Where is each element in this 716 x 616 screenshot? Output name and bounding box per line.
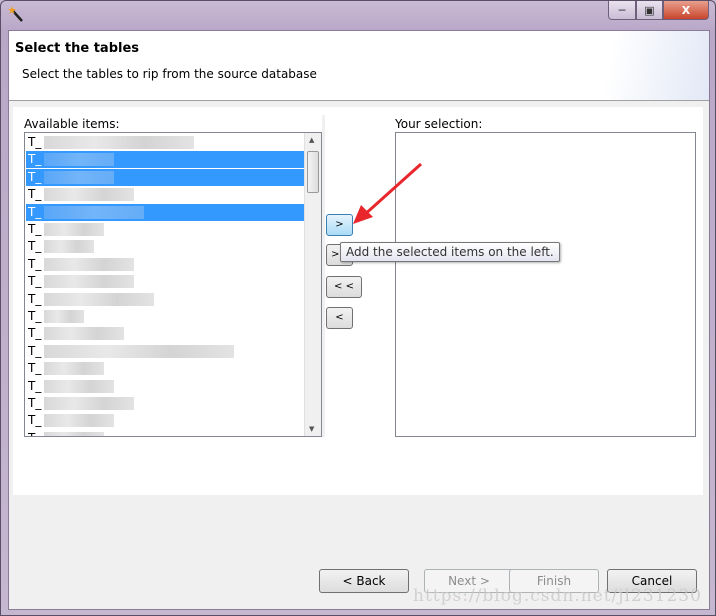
back-button[interactable]: < Back [319, 569, 409, 593]
list-item[interactable]: T_ [26, 203, 304, 221]
list-item-label: T_ [28, 413, 42, 428]
page-title: Select the tables [15, 41, 140, 56]
list-item[interactable]: T_ [26, 360, 304, 377]
list-item-label: T_ [28, 291, 42, 306]
wizard-client: Select the tables Select the tables to r… [8, 30, 710, 610]
redacted-text [44, 379, 114, 393]
minimize-button[interactable]: ─ [608, 1, 636, 20]
redacted-text [44, 310, 84, 323]
list-item[interactable]: T_ [26, 343, 304, 360]
list-item-label: T_ [28, 222, 42, 236]
scroll-down-icon[interactable]: ▼ [309, 425, 314, 433]
redacted-text [44, 431, 104, 436]
scroll-up-icon[interactable]: ▲ [309, 136, 314, 144]
redacted-text [44, 257, 134, 271]
list-item-label: T_ [28, 239, 42, 254]
list-item-label: T_ [28, 152, 42, 167]
redacted-text [44, 136, 194, 149]
redacted-text [44, 292, 154, 306]
list-item-label: T_ [28, 343, 42, 358]
list-item-label: T_ [28, 187, 42, 202]
list-item[interactable]: T_ [26, 168, 304, 186]
available-items-label: Available items: [24, 117, 120, 131]
divider [322, 115, 325, 437]
list-item[interactable]: T_ [26, 256, 304, 273]
redacted-text [44, 275, 134, 289]
list-item[interactable]: T_ [26, 291, 304, 308]
redacted-text [44, 414, 114, 428]
list-item[interactable]: T_ [26, 134, 304, 151]
list-item-label: T_ [28, 396, 42, 410]
list-item-label: T_ [28, 135, 42, 149]
list-item[interactable]: T_ [26, 221, 304, 238]
remove-button[interactable]: < [326, 307, 353, 329]
selection-label: Your selection: [395, 117, 483, 131]
redacted-text [44, 327, 124, 341]
redacted-text [44, 188, 134, 202]
close-icon: X [681, 3, 691, 17]
list-item-label: T_ [28, 256, 42, 271]
redacted-text [44, 153, 114, 167]
restore-icon: ▣ [644, 3, 655, 17]
annotation-arrow-icon [353, 162, 423, 224]
list-item-label: T_ [28, 326, 42, 341]
tooltip: Add the selected items on the left. [340, 242, 560, 262]
wizard-window: ─ ▣ X Select the tables Select the table… [0, 0, 716, 616]
redacted-text [44, 170, 114, 184]
list-item[interactable]: T_ [26, 430, 304, 436]
close-button[interactable]: X [663, 1, 709, 20]
list-item-label: T_ [28, 361, 42, 376]
list-item[interactable]: T_ [26, 395, 304, 412]
redacted-text [44, 397, 134, 410]
available-items-list[interactable]: T_ T_ T_ T_ T_ T_ T_ T_ T_ T_ T_ T_ T_ T_ T_ T_ T_ T_ ▲ ▼ [24, 132, 322, 437]
wizard-banner: Select the tables Select the tables to r… [9, 31, 709, 101]
redacted-text [44, 223, 104, 236]
minimize-icon: ─ [618, 3, 626, 17]
list-item[interactable]: T_ [26, 238, 304, 255]
redacted-text [44, 205, 144, 219]
redacted-text [44, 344, 234, 358]
list-item[interactable]: T_ [26, 273, 304, 290]
scrollbar[interactable]: ▲ ▼ [304, 133, 321, 436]
list-item-label: T_ [28, 431, 41, 436]
list-item-label: T_ [28, 204, 42, 219]
list-item-label: T_ [28, 274, 42, 289]
wizard-wand-icon [8, 6, 23, 22]
list-item-label: T_ [28, 169, 42, 184]
watermark: https://blog.csdn.net/jl231230 [413, 586, 702, 606]
redacted-text [44, 240, 94, 254]
list-item[interactable]: T_ [26, 325, 304, 342]
redacted-text [44, 362, 104, 376]
page-description: Select the tables to rip from the source… [22, 67, 317, 81]
list-item[interactable]: T_ [26, 412, 304, 429]
remove-all-button[interactable]: < < [326, 276, 362, 298]
list-item[interactable]: T_ [26, 151, 304, 169]
list-item[interactable]: T_ [26, 308, 304, 325]
maximize-button[interactable]: ▣ [636, 1, 663, 20]
list-item[interactable]: T_ [26, 378, 304, 395]
list-item-label: T_ [28, 378, 42, 393]
list-item-label: T_ [28, 309, 42, 323]
list-item[interactable]: T_ [26, 186, 304, 203]
selection-list[interactable] [395, 132, 696, 437]
scroll-thumb[interactable] [307, 151, 319, 193]
